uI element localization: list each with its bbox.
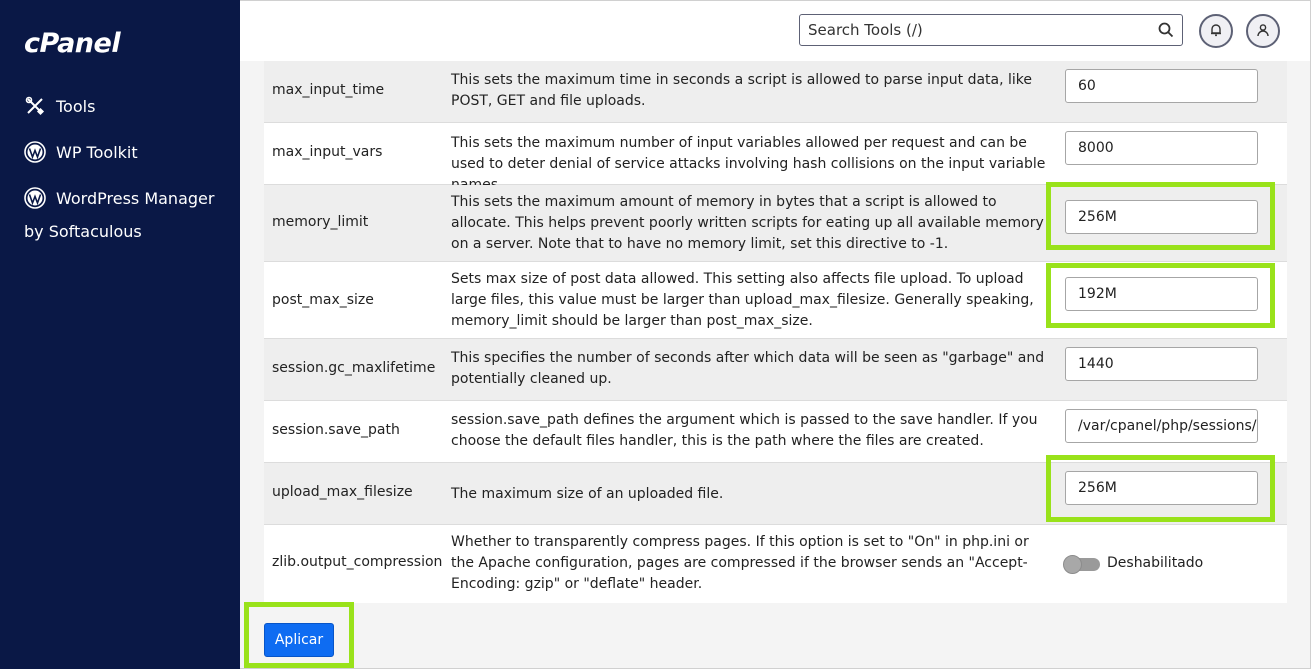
cpanel-logo[interactable]: cPanel: [24, 28, 121, 59]
directive-name: zlib.output_compression: [272, 554, 443, 570]
toggle-knob: [1063, 555, 1082, 574]
sidebar-item-tools[interactable]: Tools: [24, 95, 95, 117]
directive-name: max_input_vars: [272, 144, 383, 160]
directive-description: This sets the maximum amount of memory i…: [451, 194, 1044, 252]
top-header: [240, 1, 1310, 61]
directive-name: post_max_size: [272, 292, 374, 308]
user-icon: [1256, 22, 1270, 41]
compression-toggle[interactable]: [1063, 555, 1100, 574]
toggle-state-label: Deshabilitado: [1107, 555, 1204, 571]
directive-value-input[interactable]: [1065, 347, 1258, 381]
directive-description: This specifies the number of seconds aft…: [451, 350, 1045, 387]
sidebar-item-wp-toolkit[interactable]: WP Toolkit: [24, 141, 138, 163]
tools-icon: [24, 95, 46, 117]
highlight-box: [1046, 455, 1275, 522]
bell-icon: [1209, 22, 1223, 41]
wordpress-icon: [24, 187, 46, 209]
directive-description: session.save_path defines the argument w…: [451, 412, 1038, 449]
main-content: max_input_time This sets the maximum tim…: [240, 0, 1311, 669]
directive-name: session.gc_maxlifetime: [272, 360, 436, 376]
directive-value-input[interactable]: [1065, 69, 1258, 103]
user-menu-button[interactable]: [1246, 14, 1280, 48]
directive-name: max_input_time: [272, 82, 385, 98]
table-row: max_input_time This sets the maximum tim…: [264, 61, 1287, 123]
highlight-box: [1046, 263, 1275, 328]
directive-name: memory_limit: [272, 214, 369, 230]
table-row: max_input_vars This sets the maximum num…: [264, 123, 1287, 193]
apply-button[interactable]: Aplicar: [264, 623, 334, 657]
sidebar-item-label: WP Toolkit: [56, 142, 138, 162]
directive-description: Whether to transparently compress pages.…: [451, 534, 1029, 592]
sidebar-item-sublabel[interactable]: by Softaculous: [24, 222, 142, 241]
directive-name: session.save_path: [272, 422, 400, 438]
notifications-button[interactable]: [1199, 14, 1233, 48]
directive-description: The maximum size of an uploaded file.: [451, 486, 724, 502]
sidebar-item-label: WordPress Manager: [56, 188, 215, 208]
directive-name: upload_max_filesize: [272, 484, 413, 500]
sidebar: cPanel Tools WP Toolkit WordPress Manage…: [0, 0, 240, 669]
table-row: zlib.output_compression Whether to trans…: [264, 525, 1287, 603]
table-row: session.gc_maxlifetime This specifies th…: [264, 339, 1287, 401]
search-input[interactable]: [800, 21, 1140, 39]
directive-description: Sets max size of post data allowed. This…: [451, 271, 1034, 329]
search-icon[interactable]: [1158, 22, 1174, 38]
sidebar-item-label: Tools: [56, 96, 96, 116]
sidebar-item-wordpress-manager[interactable]: WordPress Manager: [24, 187, 214, 209]
wordpress-icon: [24, 141, 46, 163]
directive-value-input[interactable]: [1065, 409, 1258, 443]
directive-value-input[interactable]: [1065, 131, 1258, 165]
table-row: session.save_path session.save_path defi…: [264, 401, 1287, 463]
search-box[interactable]: [799, 14, 1183, 46]
highlight-box: [1046, 182, 1275, 250]
directive-description: This sets the maximum time in seconds a …: [451, 72, 1033, 109]
